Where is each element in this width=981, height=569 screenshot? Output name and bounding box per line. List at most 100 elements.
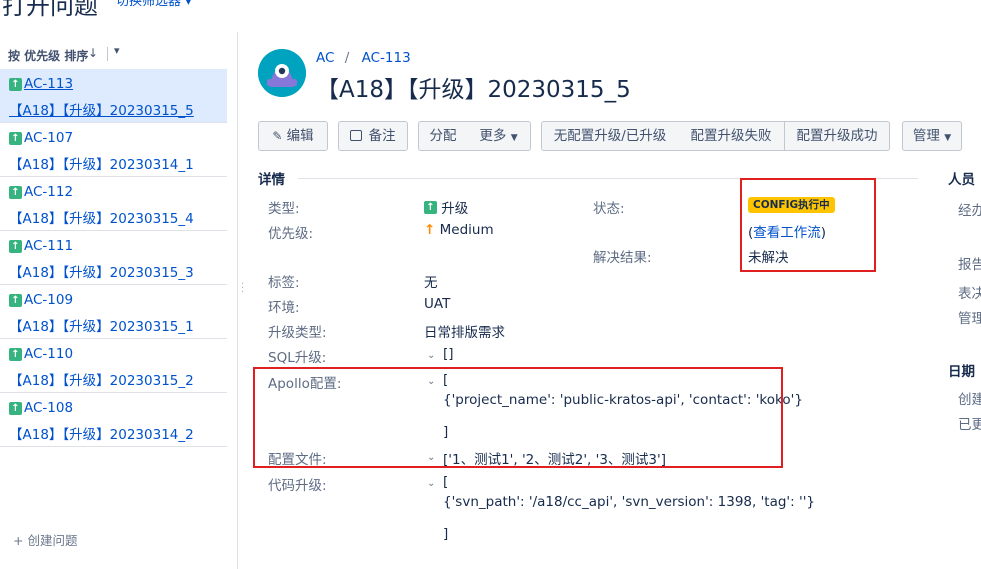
comment-button[interactable]: 备注 <box>338 121 408 151</box>
sort-by-priority-label[interactable]: 按 优先级 排序 <box>8 47 88 64</box>
type-value-text: 升级 <box>441 201 469 217</box>
type-label: 类型: <box>268 201 300 217</box>
code-open-bracket: [ <box>443 474 449 490</box>
issue-title: 【A18】【升级】20230315_5 <box>316 77 631 103</box>
issue-key-row: ↑ AC-110 <box>9 346 73 362</box>
panel-resize-handle[interactable]: · · · <box>241 280 244 298</box>
issue-list-item[interactable]: ↑ AC-112 【A18】【升级】20230315_4 <box>0 177 227 231</box>
updated-label: 已更 <box>958 417 981 433</box>
upgrade-type-icon: ↑ <box>424 200 437 214</box>
sql-upgrade-label: SQL升级: <box>268 350 327 366</box>
issue-list-item[interactable]: ↑ AC-111 【A18】【升级】20230315_3 <box>0 231 227 285</box>
code-upgrade-label: 代码升级: <box>268 478 327 494</box>
issue-summary-link[interactable]: 【A18】【升级】20230314_2 <box>9 423 194 443</box>
project-avatar <box>258 49 306 97</box>
chevron-down-icon[interactable]: ⌄ <box>427 478 435 489</box>
issue-key-link[interactable]: AC-108 <box>24 400 73 416</box>
create-issue-link[interactable]: + 创建问题 <box>13 530 77 549</box>
upgrade-type-icon: ↑ <box>9 185 22 199</box>
resolution-label: 解决结果: <box>593 250 652 266</box>
issue-summary-link[interactable]: 【A18】【升级】20230315_3 <box>9 261 194 281</box>
code-close-bracket: ] <box>443 526 449 542</box>
breadcrumb-project-link[interactable]: AC <box>316 50 334 66</box>
labels-label: 标签: <box>268 275 300 291</box>
issue-key-row: ↑ AC-109 <box>9 292 73 308</box>
issue-key-row: ↑ AC-112 <box>9 184 73 200</box>
issue-key-link[interactable]: AC-107 <box>24 130 73 146</box>
breadcrumb-issue-link[interactable]: AC-113 <box>362 50 411 66</box>
upgrade-type-icon: ↑ <box>9 401 22 415</box>
upgrade-type-icon: ↑ <box>9 293 22 307</box>
breadcrumb-separator: / <box>344 50 350 66</box>
config-fail-button[interactable]: 配置升级失败 <box>678 121 785 151</box>
no-config-upgrade-button[interactable]: 无配置升级/已升级 <box>541 121 679 151</box>
filter-switch-link[interactable]: 切换筛选器 ▾ <box>116 0 192 9</box>
top-header: 打开问题 切换筛选器 ▾ <box>0 0 981 20</box>
assign-button[interactable]: 分配 <box>418 121 468 151</box>
issue-list-item[interactable]: ↑ AC-109 【A18】【升级】20230315_1 <box>0 285 227 339</box>
environment-label: 环境: <box>268 300 300 316</box>
issue-key-link[interactable]: AC-112 <box>24 184 73 200</box>
watchers-label: 管理 <box>958 311 981 327</box>
assignee-label: 经办 <box>958 203 981 219</box>
issue-summary-link[interactable]: 【A18】【升级】20230315_2 <box>9 369 194 389</box>
issue-list-panel: 按 优先级 排序 ↓ ▾ ↑ AC-113 【A18】【升级】20230315_5 ↑… <box>0 32 238 569</box>
sort-direction-arrow-icon[interactable]: ↓ <box>88 46 98 60</box>
status-label: 状态: <box>593 201 625 217</box>
issue-key-link[interactable]: AC-109 <box>24 292 73 308</box>
priority-arrow-icon: ↑ <box>424 222 436 238</box>
chevron-down-icon[interactable]: ⌄ <box>427 350 435 361</box>
labels-value: 无 <box>424 275 438 291</box>
issue-list-item[interactable]: ↑ AC-107 【A18】【升级】20230314_1 <box>0 123 227 177</box>
comment-button-label: 备注 <box>368 128 396 144</box>
issue-key-link[interactable]: AC-111 <box>24 238 73 254</box>
votes-label: 表决 <box>958 286 981 302</box>
details-section-title[interactable]: 详情 <box>258 168 285 188</box>
divider <box>107 47 108 61</box>
people-section-title[interactable]: 人员 <box>948 168 975 188</box>
admin-button-label: 管理 <box>912 128 940 144</box>
upgrade-type-icon: ↑ <box>9 77 22 91</box>
code-upgrade-value: {'svn_path': '/a18/cc_api', 'svn_version… <box>443 494 815 510</box>
issue-list-item[interactable]: ↑ AC-110 【A18】【升级】20230315_2 <box>0 339 227 393</box>
chevron-down-icon: ▼ <box>944 133 952 143</box>
more-button[interactable]: 更多 ▼ <box>467 121 531 151</box>
issue-key-link[interactable]: AC-110 <box>24 346 73 362</box>
upgrade-type-label: 升级类型: <box>268 325 327 341</box>
status-highlight-box <box>740 178 876 272</box>
upgrade-type-icon: ↑ <box>9 131 22 145</box>
priority-value: ↑ Medium <box>424 222 494 238</box>
type-value: ↑ 升级 <box>424 197 468 217</box>
issue-list: ↑ AC-113 【A18】【升级】20230315_5 ↑ AC-107 【A18】【升… <box>0 69 227 447</box>
sql-upgrade-value: [] <box>443 346 454 362</box>
issue-summary-link[interactable]: 【A18】【升级】20230314_1 <box>9 153 194 173</box>
chevron-down-icon: ▼ <box>510 133 518 143</box>
issue-key-link[interactable]: AC-113 <box>24 76 73 92</box>
pencil-icon: ✎ <box>272 129 283 143</box>
page-title: 打开问题 <box>2 0 98 20</box>
issue-key-row: ↑ AC-113 <box>9 76 73 92</box>
upgrade-type-icon: ↑ <box>9 239 22 253</box>
comment-icon <box>350 130 363 141</box>
edit-button-label: 编辑 <box>286 128 314 144</box>
issue-key-row: ↑ AC-108 <box>9 400 73 416</box>
issue-summary-link[interactable]: 【A18】【升级】20230315_4 <box>9 207 194 227</box>
admin-button[interactable]: 管理 ▼ <box>902 121 962 151</box>
issue-key-row: ↑ AC-111 <box>9 238 73 254</box>
dates-section-title[interactable]: 日期 <box>948 360 975 380</box>
priority-value-text: Medium <box>439 222 494 238</box>
issue-summary-link[interactable]: 【A18】【升级】20230315_5 <box>9 99 194 119</box>
sort-dropdown-icon[interactable]: ▾ <box>114 44 120 57</box>
config-success-button[interactable]: 配置升级成功 <box>785 121 890 151</box>
issue-list-item[interactable]: ↑ AC-113 【A18】【升级】20230315_5 <box>0 69 227 123</box>
apollo-config-highlight-box <box>253 367 783 468</box>
edit-button[interactable]: ✎ 编辑 <box>258 121 328 151</box>
environment-value: UAT <box>424 296 451 312</box>
upgrade-type-value: 日常排版需求 <box>424 325 505 341</box>
more-button-label: 更多 <box>479 128 507 144</box>
issue-summary-link[interactable]: 【A18】【升级】20230315_1 <box>9 315 194 335</box>
upgrade-type-icon: ↑ <box>9 347 22 361</box>
reporter-label: 报告 <box>958 257 981 273</box>
issue-list-item[interactable]: ↑ AC-108 【A18】【升级】20230314_2 <box>0 393 227 447</box>
created-label: 创建 <box>958 392 981 408</box>
